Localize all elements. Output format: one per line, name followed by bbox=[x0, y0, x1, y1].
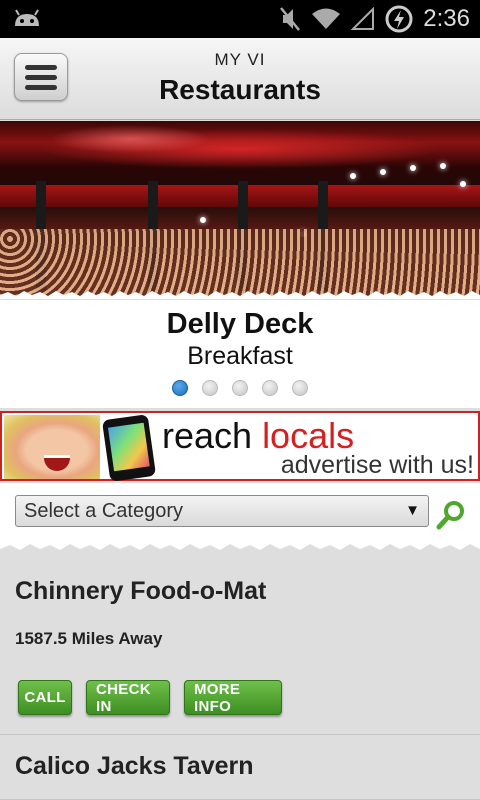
listing-actions: CALL CHECK IN MORE INFO bbox=[18, 680, 282, 715]
smiling-woman-image bbox=[4, 415, 100, 479]
page-title: Restaurants bbox=[159, 74, 321, 105]
smartphone-image bbox=[101, 414, 157, 482]
status-bar: 2:36 bbox=[0, 0, 480, 38]
listing-name[interactable]: Calico Jacks Tavern bbox=[15, 752, 254, 781]
pager-dot-3[interactable] bbox=[232, 380, 248, 396]
signal-icon bbox=[351, 7, 375, 30]
list-item[interactable]: Calico Jacks Tavern bbox=[0, 736, 480, 800]
search-icon[interactable] bbox=[436, 499, 466, 531]
hero-image[interactable] bbox=[0, 121, 480, 299]
pager-dot-2[interactable] bbox=[202, 380, 218, 396]
pager-dot-4[interactable] bbox=[262, 380, 278, 396]
category-filter: Select a Category ▼ bbox=[0, 483, 480, 555]
more-info-button[interactable]: MORE INFO bbox=[184, 680, 282, 715]
slide-pager bbox=[0, 380, 480, 396]
list-item[interactable]: Chinnery Food-o-Mat 1587.5 Miles Away CA… bbox=[0, 555, 480, 735]
status-time: 2:36 bbox=[423, 5, 470, 32]
listing-name[interactable]: Chinnery Food-o-Mat bbox=[15, 577, 266, 606]
slide-title[interactable]: Delly Deck bbox=[0, 308, 480, 341]
header-supertitle: MY VI bbox=[214, 50, 266, 69]
app-header: MY VI Restaurants bbox=[0, 38, 480, 120]
android-icon bbox=[15, 9, 39, 26]
pager-dot-5[interactable] bbox=[292, 380, 308, 396]
wifi-icon bbox=[312, 8, 341, 29]
battery-charging-icon bbox=[385, 5, 413, 33]
slide-caption: Delly Deck Breakfast bbox=[0, 300, 480, 408]
listing-distance: 1587.5 Miles Away bbox=[15, 629, 163, 648]
ad-banner[interactable]: reach locals advertise with us! bbox=[0, 411, 480, 482]
pager-dot-1[interactable] bbox=[172, 380, 188, 396]
dropdown-arrow-icon: ▼ bbox=[405, 502, 420, 519]
category-select[interactable]: Select a Category ▼ bbox=[15, 495, 429, 527]
check-in-button[interactable]: CHECK IN bbox=[86, 680, 170, 715]
banner-tagline: advertise with us! bbox=[280, 451, 474, 479]
call-button[interactable]: CALL bbox=[18, 680, 72, 715]
slide-category: Breakfast bbox=[187, 342, 293, 370]
mute-icon bbox=[280, 7, 301, 31]
